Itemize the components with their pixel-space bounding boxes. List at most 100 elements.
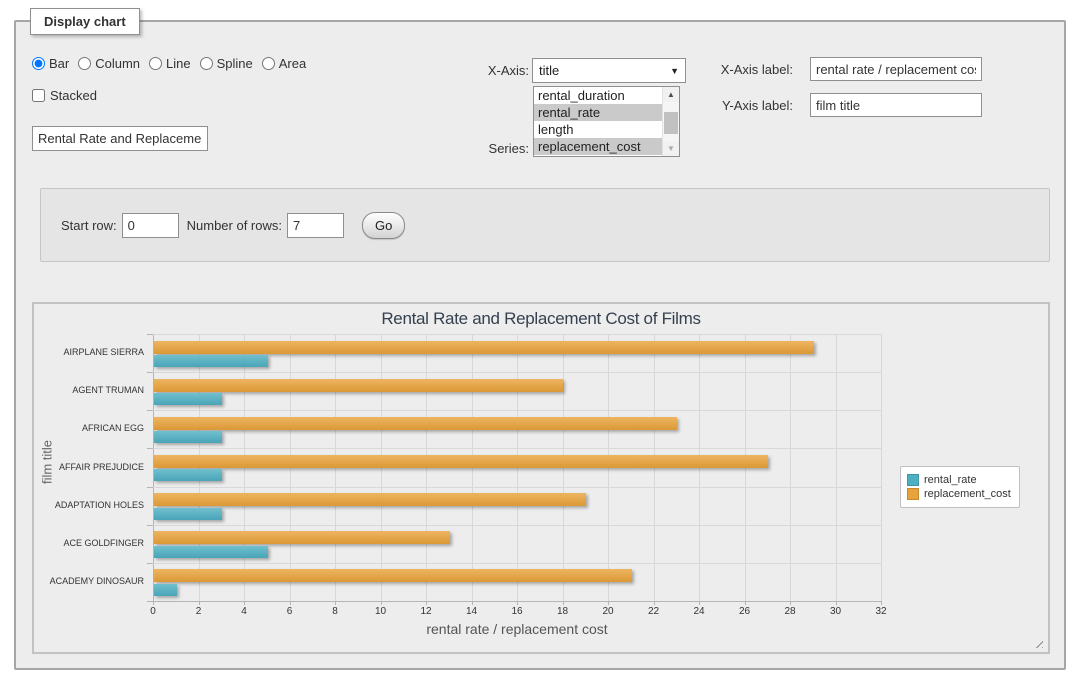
y-tick-mark: [147, 601, 153, 602]
x-tick-label: 12: [411, 606, 441, 617]
legend-item-replacement_cost[interactable]: replacement_cost: [907, 488, 1011, 500]
start-row-label: Start row:: [61, 218, 117, 233]
chart-bar-rental_rate[interactable]: [154, 393, 222, 405]
radio-line[interactable]: [149, 57, 162, 70]
x-tick-label: 4: [229, 606, 259, 617]
fieldset-legend: Display chart: [30, 8, 140, 35]
chart-bar-replacement_cost[interactable]: [154, 531, 450, 544]
radio-column[interactable]: [78, 57, 91, 70]
rows-panel: Start row: Number of rows: Go: [40, 188, 1050, 262]
y-tick-mark: [147, 487, 153, 488]
stacked-checkbox[interactable]: [32, 89, 45, 102]
chart-bar-rental_rate[interactable]: [154, 355, 268, 367]
gridline: [836, 334, 837, 601]
y-axis-label-input[interactable]: [810, 93, 982, 117]
y-tick-mark: [147, 563, 153, 564]
chart-type-column[interactable]: Column: [78, 56, 140, 71]
x-tick-mark: [426, 601, 427, 605]
x-tick-mark: [654, 601, 655, 605]
x-tick-mark: [608, 601, 609, 605]
radio-label: Column: [95, 56, 140, 71]
scroll-up-icon[interactable]: ▲: [663, 87, 679, 102]
radio-spline[interactable]: [200, 57, 213, 70]
x-tick-label: 24: [684, 606, 714, 617]
y-category-label: AFFAIR PREJUDICE: [38, 462, 144, 472]
x-tick-label: 6: [275, 606, 305, 617]
x-tick-mark: [836, 601, 837, 605]
series-listbox[interactable]: rental_durationrental_ratelengthreplacem…: [533, 86, 680, 157]
x-tick-label: 28: [775, 606, 805, 617]
x-axis-select-label: X-Axis:: [436, 63, 529, 78]
y-category-label: AIRPLANE SIERRA: [38, 347, 144, 357]
legend-label: replacement_cost: [924, 488, 1011, 500]
y-category-label: AFRICAN EGG: [38, 423, 144, 433]
series-option-length[interactable]: length: [534, 121, 662, 138]
chart-bar-replacement_cost[interactable]: [154, 569, 632, 582]
y-tick-mark: [147, 525, 153, 526]
scroll-down-icon[interactable]: ▼: [663, 141, 679, 156]
chart-bar-rental_rate[interactable]: [154, 584, 177, 596]
chart-bar-rental_rate[interactable]: [154, 508, 222, 520]
chart-type-bar[interactable]: Bar: [32, 56, 69, 71]
gridline: [153, 334, 881, 335]
go-button[interactable]: Go: [362, 212, 405, 239]
y-category-label: ACADEMY DINOSAUR: [38, 576, 144, 586]
chart-bar-replacement_cost[interactable]: [154, 455, 768, 468]
series-options: rental_durationrental_ratelengthreplacem…: [534, 87, 662, 156]
x-tick-label: 16: [502, 606, 532, 617]
chart-type-spline[interactable]: Spline: [200, 56, 253, 71]
series-option-rental_duration[interactable]: rental_duration: [534, 87, 662, 104]
stacked-checkbox-row[interactable]: Stacked: [32, 88, 97, 103]
x-tick-mark: [335, 601, 336, 605]
gridline: [153, 563, 881, 564]
x-axis-label-input[interactable]: [810, 57, 982, 81]
radio-area[interactable]: [262, 57, 275, 70]
x-tick-mark: [517, 601, 518, 605]
chart-bar-rental_rate[interactable]: [154, 546, 268, 558]
series-scrollbar[interactable]: ▲ ▼: [662, 87, 679, 156]
chart-bar-replacement_cost[interactable]: [154, 493, 586, 506]
y-category-label: ADAPTATION HOLES: [38, 500, 144, 510]
gridline: [153, 410, 881, 411]
scrollbar-track[interactable]: [663, 102, 679, 141]
resize-grip-icon[interactable]: [1032, 637, 1043, 648]
x-tick-label: 0: [138, 606, 168, 617]
legend-item-rental_rate[interactable]: rental_rate: [907, 474, 1011, 486]
chart-type-line[interactable]: Line: [149, 56, 191, 71]
x-tick-label: 18: [548, 606, 578, 617]
x-tick-label: 30: [821, 606, 851, 617]
num-rows-input[interactable]: [287, 213, 344, 238]
chart-bar-rental_rate[interactable]: [154, 469, 222, 481]
legend-label: rental_rate: [924, 474, 977, 486]
radio-label: Bar: [49, 56, 69, 71]
x-axis-select-value: title: [539, 63, 670, 78]
radio-bar[interactable]: [32, 57, 45, 70]
radio-label: Spline: [217, 56, 253, 71]
x-tick-mark: [790, 601, 791, 605]
chart-bar-rental_rate[interactable]: [154, 431, 222, 443]
chart-bar-replacement_cost[interactable]: [154, 417, 677, 430]
radio-label: Area: [279, 56, 306, 71]
plot-area: [153, 334, 881, 601]
series-option-replacement_cost[interactable]: replacement_cost: [534, 138, 662, 155]
scrollbar-thumb[interactable]: [664, 112, 678, 134]
x-tick-label: 14: [457, 606, 487, 617]
chart-legend: rental_rate replacement_cost: [900, 466, 1020, 508]
stacked-label: Stacked: [50, 88, 97, 103]
series-option-rental_rate[interactable]: rental_rate: [534, 104, 662, 121]
chart-title-input[interactable]: [32, 126, 208, 151]
radio-label: Line: [166, 56, 191, 71]
chart-bar-replacement_cost[interactable]: [154, 341, 814, 354]
chart-bar-replacement_cost[interactable]: [154, 379, 563, 392]
y-tick-mark: [147, 372, 153, 373]
start-row-input[interactable]: [122, 213, 179, 238]
display-chart-fieldset: Display chart BarColumnLineSplineArea St…: [14, 20, 1066, 670]
x-axis-select[interactable]: title ▼: [532, 58, 686, 83]
x-tick-label: 22: [639, 606, 669, 617]
chart-type-area[interactable]: Area: [262, 56, 306, 71]
x-tick-label: 8: [320, 606, 350, 617]
y-tick-mark: [147, 410, 153, 411]
gridline: [153, 487, 881, 488]
gridline: [153, 372, 881, 373]
y-tick-mark: [147, 334, 153, 335]
